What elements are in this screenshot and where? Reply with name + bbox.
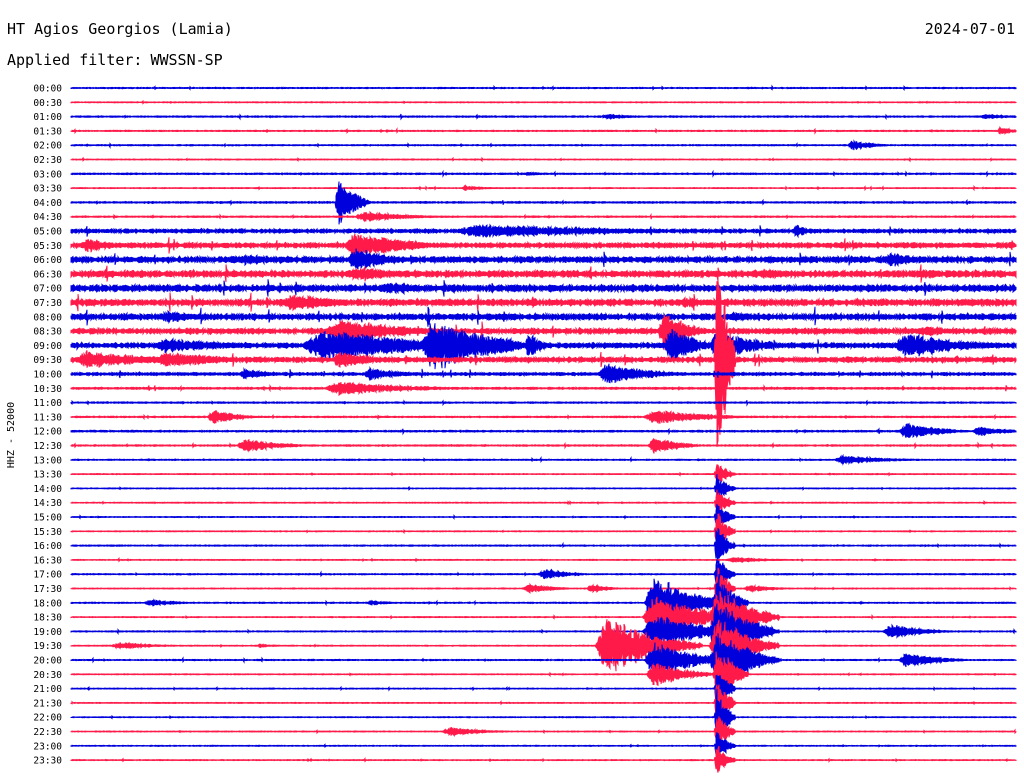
time-label-1000: 10:00 — [33, 370, 62, 381]
trace-1630 — [70, 556, 1017, 563]
time-label-0330: 03:30 — [33, 184, 62, 195]
time-label-0630: 06:30 — [33, 269, 62, 280]
time-label-0130: 01:30 — [33, 126, 62, 137]
time-label-1230: 12:30 — [33, 441, 62, 452]
time-label-1900: 19:00 — [33, 627, 62, 638]
time-label-1930: 19:30 — [33, 641, 62, 652]
trace-2030 — [70, 651, 1017, 694]
time-label-1430: 14:30 — [33, 498, 62, 509]
time-label-1530: 15:30 — [33, 527, 62, 538]
time-label-1100: 11:00 — [33, 398, 62, 409]
trace-0600 — [70, 248, 1017, 270]
trace-0730 — [70, 292, 1017, 313]
trace-2000 — [70, 633, 1017, 687]
helicorder-plot: 00:00 00:30 01:00 01:30 02:00 02:30 03:00 03:30… — [33, 84, 1017, 773]
time-label-1400: 14:00 — [33, 484, 62, 495]
time-label-1300: 13:00 — [33, 455, 62, 466]
time-label-1600: 16:00 — [33, 541, 62, 552]
trace-1000 — [70, 363, 1017, 384]
time-label-2100: 21:00 — [33, 684, 62, 695]
trace-0130 — [70, 125, 1017, 135]
time-label-0900: 09:00 — [33, 341, 62, 352]
time-label-2300: 23:00 — [33, 741, 62, 752]
time-label-0300: 03:00 — [33, 169, 62, 180]
time-label-0030: 00:30 — [33, 98, 62, 109]
time-label-1030: 10:30 — [33, 384, 62, 395]
trace-1030 — [70, 381, 1017, 397]
trace-0630 — [70, 264, 1017, 283]
time-label-1500: 15:00 — [33, 513, 62, 524]
time-label-0800: 08:00 — [33, 312, 62, 323]
trace-1600 — [70, 528, 1017, 564]
trace-1330 — [70, 464, 1017, 487]
trace-2200 — [70, 688, 1017, 746]
time-label-2000: 20:00 — [33, 656, 62, 667]
trace-1200 — [70, 422, 1017, 439]
trace-1300 — [70, 453, 1017, 466]
time-label-0400: 04:00 — [33, 198, 62, 209]
time-label-1830: 18:30 — [33, 613, 62, 624]
time-label-2030: 20:30 — [33, 670, 62, 681]
trace-0200 — [70, 139, 1017, 151]
time-label-2200: 22:00 — [33, 713, 62, 724]
time-label-1130: 11:30 — [33, 412, 62, 423]
trace-1400 — [70, 474, 1017, 502]
trace-1100 — [70, 399, 1017, 407]
trace-0530 — [70, 233, 1017, 259]
trace-1230 — [70, 437, 1017, 454]
trace-1930 — [70, 619, 1017, 674]
trace-0230 — [70, 156, 1017, 163]
trace-1130 — [70, 410, 1017, 425]
trace-layer — [70, 84, 1017, 773]
time-label-0830: 08:30 — [33, 327, 62, 338]
trace-1700 — [70, 559, 1017, 589]
time-label-1200: 12:00 — [33, 427, 62, 438]
trace-2230 — [70, 716, 1017, 747]
time-label-0500: 05:00 — [33, 227, 62, 238]
trace-1900 — [70, 603, 1017, 660]
time-label-0700: 07:00 — [33, 284, 62, 295]
time-label-1330: 13:30 — [33, 470, 62, 481]
time-label-2130: 21:30 — [33, 698, 62, 709]
time-label-0200: 02:00 — [33, 141, 62, 152]
trace-1430 — [70, 489, 1017, 515]
time-label-0600: 06:00 — [33, 255, 62, 266]
time-label-2330: 23:30 — [33, 756, 62, 767]
trace-0430 — [70, 210, 1017, 223]
trace-0700 — [70, 279, 1017, 297]
time-label-0000: 00:00 — [33, 84, 62, 95]
time-label-0230: 02:30 — [33, 155, 62, 166]
trace-0030 — [70, 99, 1017, 105]
trace-0300 — [70, 169, 1017, 178]
trace-2300 — [70, 732, 1017, 761]
trace-0000 — [70, 84, 1017, 92]
trace-2330 — [70, 745, 1017, 773]
trace-1530 — [70, 513, 1017, 549]
time-label-1700: 17:00 — [33, 570, 62, 581]
trace-2100 — [70, 674, 1017, 705]
time-label-0530: 05:30 — [33, 241, 62, 252]
time-label-2230: 22:30 — [33, 727, 62, 738]
trace-1500 — [70, 503, 1017, 530]
time-label-1630: 16:30 — [33, 555, 62, 566]
time-label-0430: 04:30 — [33, 212, 62, 223]
trace-0800 — [70, 306, 1017, 327]
trace-0330 — [70, 184, 1017, 192]
time-label-0100: 01:00 — [33, 112, 62, 123]
time-label-1800: 18:00 — [33, 598, 62, 609]
time-label-0930: 09:30 — [33, 355, 62, 366]
trace-0100 — [70, 113, 1017, 121]
time-label-1730: 17:30 — [33, 584, 62, 595]
time-label-0730: 07:30 — [33, 298, 62, 309]
time-label-layer: 00:00 00:30 01:00 01:30 02:00 02:30 03:00 03:30… — [33, 84, 62, 767]
trace-0500 — [70, 223, 1017, 239]
